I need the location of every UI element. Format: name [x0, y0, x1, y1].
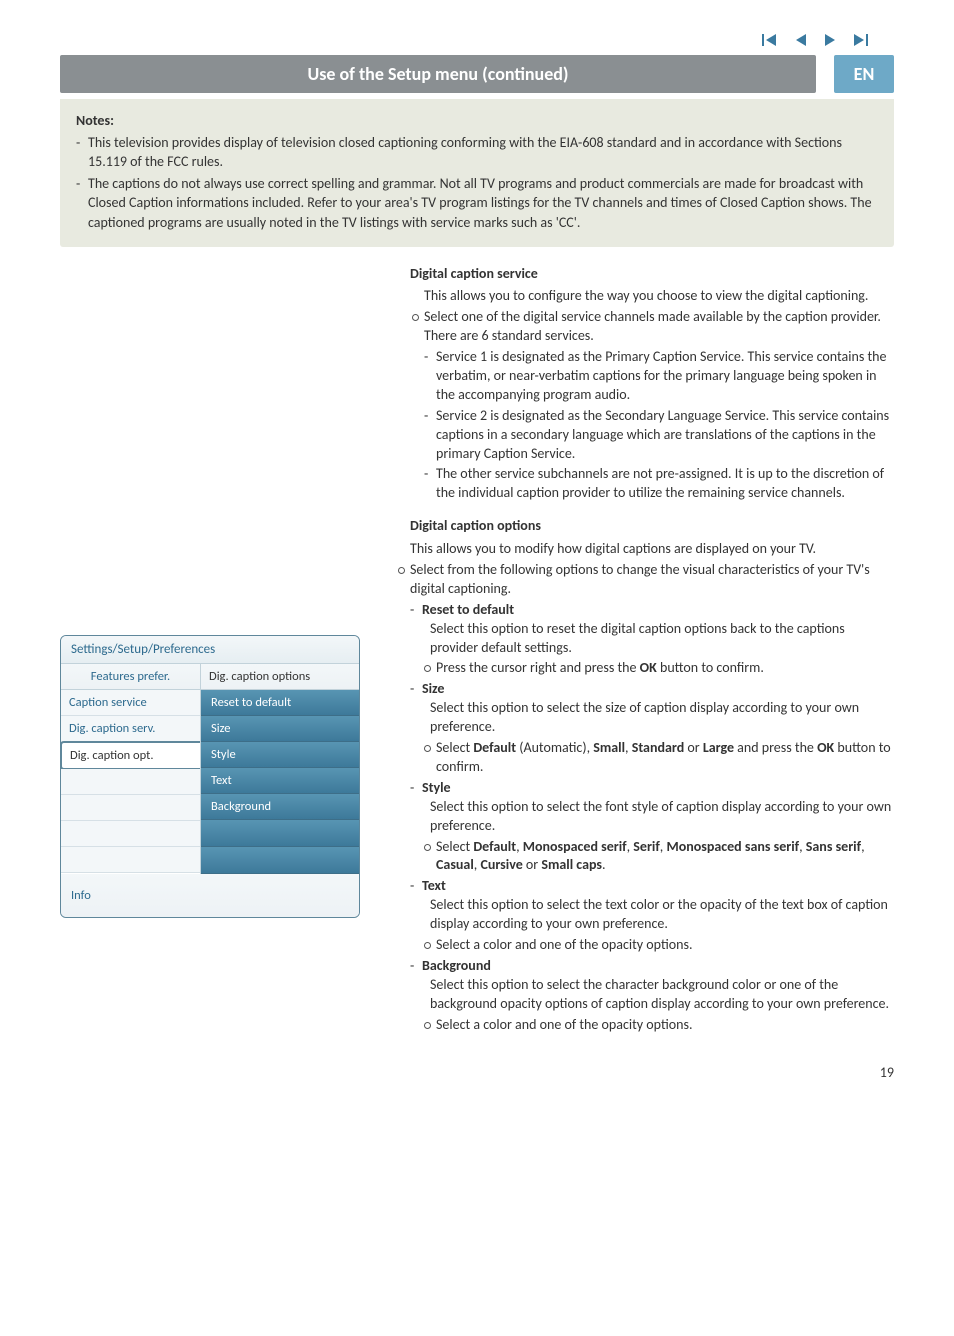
body-text: Digital caption service This allows you …	[410, 265, 894, 1035]
panel-right-item[interactable]: Text	[201, 768, 359, 794]
last-icon[interactable]	[846, 30, 874, 47]
first-icon[interactable]	[756, 30, 784, 47]
panel-left-item	[61, 821, 200, 847]
panel-right-header: Dig. caption options	[201, 664, 359, 690]
paragraph: This allows you to modify how digital ca…	[410, 540, 894, 559]
paragraph: Select this option to select the text co…	[430, 896, 894, 934]
note-item: The captions do not always use correct s…	[88, 174, 878, 233]
panel-right-item[interactable]: Style	[201, 742, 359, 768]
page-number: 19	[60, 1064, 894, 1081]
paragraph: Select this option to select the font st…	[430, 798, 894, 836]
paragraph: This allows you to configure the way you…	[424, 287, 894, 306]
option-heading: Reset to default	[422, 601, 514, 620]
panel-right-item	[201, 820, 359, 847]
panel-right-item[interactable]: Size	[201, 716, 359, 742]
list-item: The other service subchannels are not pr…	[436, 465, 894, 503]
next-icon[interactable]	[817, 30, 843, 47]
panel-breadcrumb: Settings/Setup/Preferences	[61, 636, 359, 664]
page-title: Use of the Setup menu (continued)	[60, 55, 816, 93]
prev-icon[interactable]	[788, 30, 814, 47]
list-item: Select a color and one of the opacity op…	[436, 1016, 693, 1035]
panel-left-item	[61, 847, 200, 873]
list-item: Select from the following options to cha…	[410, 561, 894, 599]
section-heading: Digital caption service	[410, 265, 894, 284]
paragraph: Select this option to select the size of…	[430, 699, 894, 737]
list-item: Press the cursor right and press the OK …	[436, 659, 764, 678]
panel-left-item	[61, 795, 200, 821]
notes-box: Notes: -This television provides display…	[60, 99, 894, 247]
settings-panel: Settings/Setup/Preferences Features pref…	[60, 635, 360, 918]
list-item: Select one of the digital service channe…	[424, 308, 881, 327]
paragraph: Select this option to select the charact…	[430, 976, 894, 1014]
section-heading: Digital caption options	[410, 517, 894, 536]
note-item: This television provides display of tele…	[88, 133, 878, 172]
option-heading: Text	[422, 877, 446, 896]
language-badge: EN	[834, 55, 894, 93]
option-heading: Size	[422, 680, 444, 699]
nav-controls	[60, 30, 894, 47]
panel-left-item	[61, 769, 200, 795]
paragraph: There are 6 standard services.	[424, 327, 894, 346]
panel-right-item[interactable]: Reset to default	[201, 690, 359, 716]
list-item: Service 1 is designated as the Primary C…	[436, 348, 894, 405]
list-item: Select a color and one of the opacity op…	[436, 936, 693, 955]
panel-left-item[interactable]: Dig. caption serv.	[61, 716, 200, 742]
option-heading: Background	[422, 957, 491, 976]
panel-left-header: Features prefer.	[61, 664, 200, 690]
panel-info: Info	[61, 874, 359, 917]
option-heading: Style	[422, 779, 451, 798]
panel-right-item	[201, 847, 359, 874]
list-item: Service 2 is designated as the Secondary…	[436, 407, 894, 464]
paragraph: Select this option to reset the digital …	[430, 620, 894, 658]
panel-left-item-selected[interactable]: Dig. caption opt.	[60, 741, 200, 770]
list-item: Select Default, Monospaced serif, Serif,…	[436, 838, 894, 876]
panel-left-item[interactable]: Caption service	[61, 690, 200, 716]
panel-right-item[interactable]: Background	[201, 794, 359, 820]
notes-heading: Notes:	[76, 112, 114, 129]
list-item: Select Default (Automatic), Small, Stand…	[436, 739, 894, 777]
